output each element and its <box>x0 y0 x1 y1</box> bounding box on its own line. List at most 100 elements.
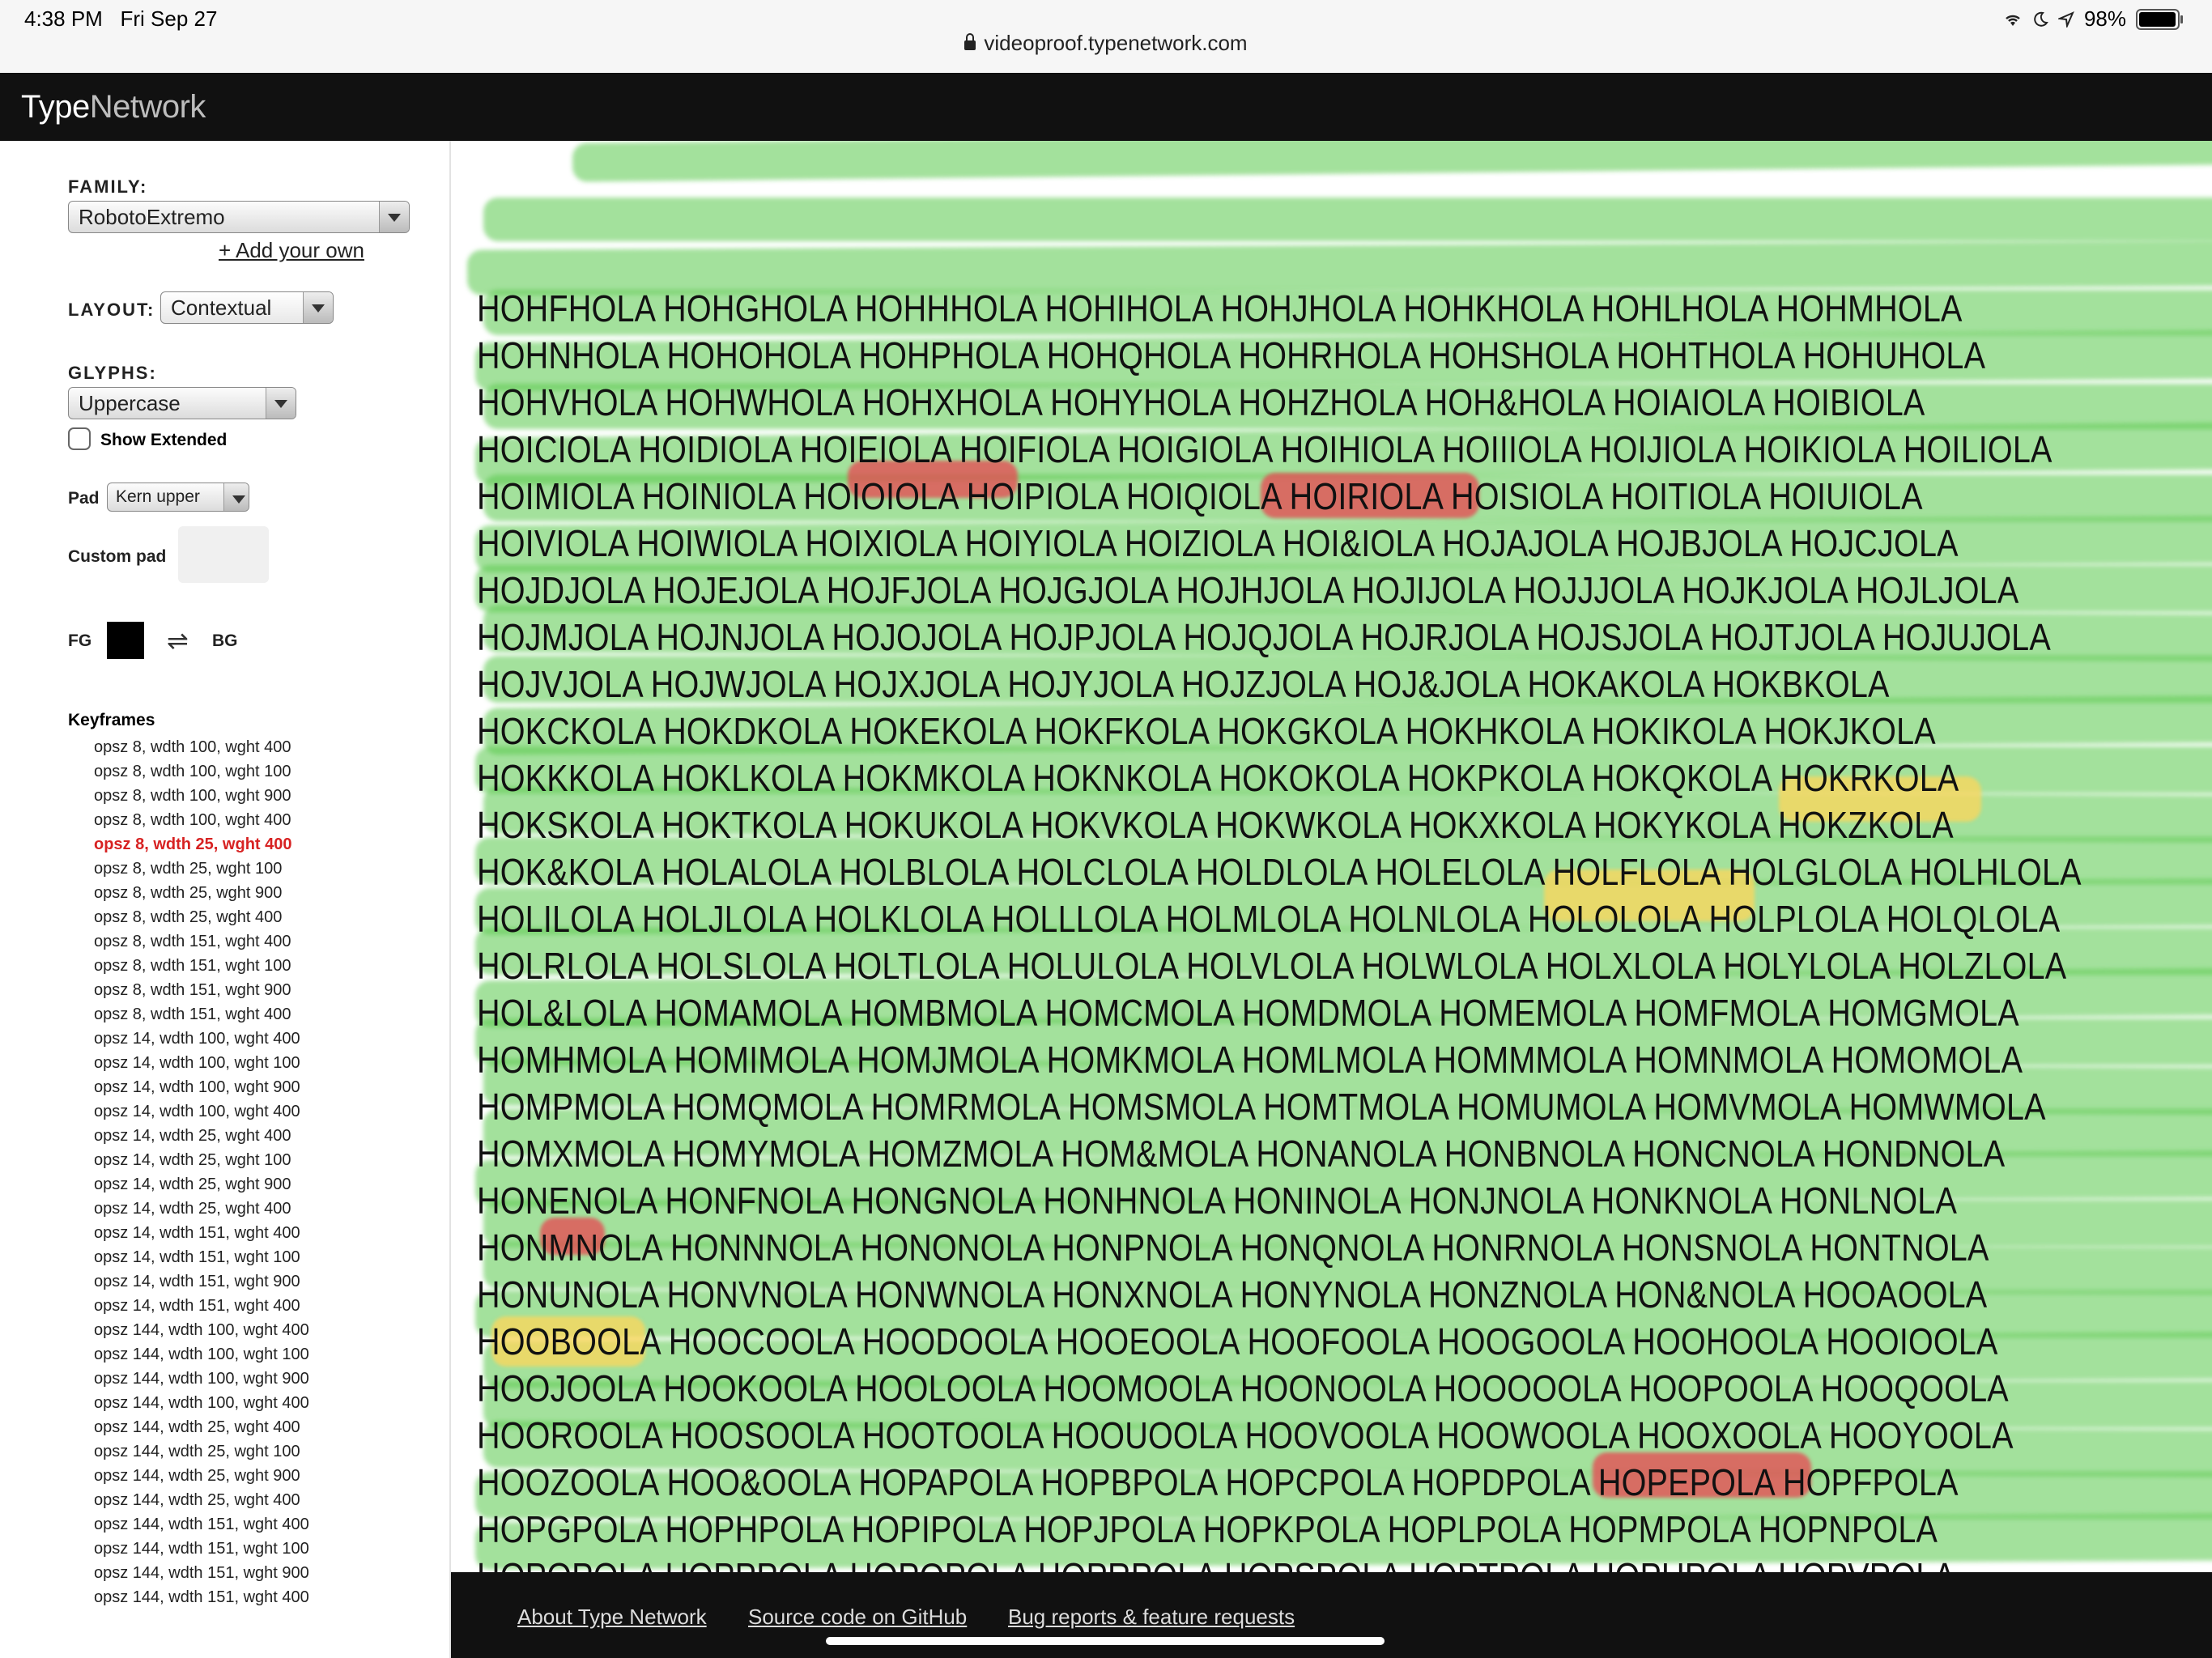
layout-select[interactable]: Contextual <box>160 291 334 324</box>
keyframe-item[interactable]: opsz 144, wdth 100, wght 400 <box>94 1391 309 1415</box>
moon-icon <box>2034 11 2048 27</box>
keyframe-item[interactable]: opsz 8, wdth 25, wght 100 <box>94 857 309 881</box>
keyframe-item[interactable]: opsz 8, wdth 151, wght 400 <box>94 1002 309 1027</box>
battery-percent: 98% <box>2083 6 2126 31</box>
keyframe-item[interactable]: opsz 144, wdth 151, wght 400 <box>94 1585 309 1609</box>
keyframe-item[interactable]: opsz 14, wdth 25, wght 900 <box>94 1172 309 1197</box>
keyframe-item[interactable]: opsz 14, wdth 151, wght 100 <box>94 1245 309 1269</box>
proof-line: HOLRLOLA HOLSLOLA HOLTLOLA HOLULOLA HOLV… <box>477 945 2067 987</box>
footer: About Type Network Source code on GitHub… <box>451 1572 2212 1658</box>
keyframe-item[interactable]: opsz 8, wdth 151, wght 900 <box>94 978 309 1002</box>
keyframe-item[interactable]: opsz 8, wdth 25, wght 400 <box>94 832 309 857</box>
glyphs-select[interactable]: Uppercase <box>68 387 296 419</box>
address-bar[interactable]: videoproof.typenetwork.com <box>0 31 2212 56</box>
wifi-icon <box>2006 15 2020 26</box>
keyframe-item[interactable]: opsz 14, wdth 25, wght 100 <box>94 1148 309 1172</box>
add-your-own-link[interactable]: + Add your own <box>219 238 364 263</box>
keyframe-item[interactable]: opsz 8, wdth 100, wght 400 <box>94 735 309 759</box>
proof-line: HONUNOLA HONVNOLA HONWNOLA HONXNOLA HONY… <box>477 1273 1988 1316</box>
keyframe-item[interactable]: opsz 144, wdth 25, wght 400 <box>94 1415 309 1439</box>
footer-link-source[interactable]: Source code on GitHub <box>748 1605 967 1630</box>
proof-line: HOPOPOLA HOPPPOLA HOPQPOLA HOPRPOLA HOPS… <box>477 1553 2082 1572</box>
keyframe-item[interactable]: opsz 14, wdth 151, wght 900 <box>94 1269 309 1294</box>
keyframe-item[interactable]: opsz 14, wdth 25, wght 400 <box>94 1197 309 1221</box>
proof-line: HOK&KOLA HOLALOLA HOLBLOLA HOLCLOLA HOLD… <box>477 851 2082 893</box>
pad-label: Pad <box>68 489 100 508</box>
keyframe-item[interactable]: opsz 14, wdth 100, wght 900 <box>94 1075 309 1099</box>
keyframe-item[interactable]: opsz 14, wdth 151, wght 400 <box>94 1221 309 1245</box>
proof-line: HOKSKOLA HOKTKOLA HOKUKOLA HOKVKOLA HOKW… <box>477 804 1954 846</box>
pad-select-value: Kern upper <box>116 487 200 506</box>
keyframe-item[interactable]: opsz 144, wdth 100, wght 400 <box>94 1318 309 1342</box>
keyframes-title: Keyframes <box>68 711 155 729</box>
battery-icon <box>2136 8 2183 30</box>
keyframe-item[interactable]: opsz 144, wdth 151, wght 100 <box>94 1537 309 1561</box>
footer-link-bugs[interactable]: Bug reports & feature requests <box>1008 1605 1295 1630</box>
proof-line: HOLILOLA HOLJLOLA HOLKLOLA HOLLLOLA HOLM… <box>477 898 2061 940</box>
proof-line: HOHNHOLA HOHOHOLA HOHPHOLA HOHQHOLA HOHR… <box>477 334 1986 376</box>
home-indicator[interactable] <box>826 1637 1385 1645</box>
keyframes-list: opsz 8, wdth 100, wght 400 opsz 8, wdth 1… <box>94 735 309 1609</box>
keyframe-item[interactable]: opsz 144, wdth 100, wght 900 <box>94 1367 309 1391</box>
keyframe-item[interactable]: opsz 8, wdth 100, wght 100 <box>94 759 309 784</box>
proof-line: HOOROOLA HOOSOOLA HOOTOOLA HOOUOOLA HOOV… <box>477 1414 2014 1456</box>
bg-label: BG <box>212 631 238 650</box>
keyframe-item[interactable]: opsz 144, wdth 151, wght 900 <box>94 1561 309 1585</box>
lock-icon <box>964 33 976 50</box>
proof-line: HOIVIOLA HOIWIOLA HOIXIOLA HOIYIOLA HOIZ… <box>477 522 1959 564</box>
proof-line: HOMPMOLA HOMQMOLA HOMRMOLA HOMSMOLA HOMT… <box>477 1086 2046 1128</box>
keyframe-item[interactable]: opsz 14, wdth 100, wght 400 <box>94 1027 309 1051</box>
show-extended-label: Show Extended <box>100 431 228 449</box>
keyframe-item[interactable]: opsz 14, wdth 100, wght 400 <box>94 1099 309 1124</box>
show-extended-checkbox[interactable] <box>68 427 91 450</box>
keyframe-item[interactable]: opsz 14, wdth 100, wght 100 <box>94 1051 309 1075</box>
typenetwork-logo[interactable]: TypeNetwork <box>21 89 206 125</box>
proof-area: HOHFHOLA HOHGHOLA HOHHHOLA HOHIHOLA HOHJ… <box>451 141 2212 1572</box>
proof-line: HONENOLA HONFNOLA HONGNOLA HONHNOLA HONI… <box>477 1180 1958 1222</box>
keyframe-item[interactable]: opsz 8, wdth 151, wght 100 <box>94 954 309 978</box>
proof-line: HOOJOOLA HOOKOOLA HOOLOOLA HOOMOOLA HOON… <box>477 1367 2009 1409</box>
keyframe-item[interactable]: opsz 8, wdth 25, wght 400 <box>94 905 309 929</box>
status-time: 4:38 PM Fri Sep 27 <box>24 6 218 31</box>
status-bar: 4:38 PM Fri Sep 27 videoproof.typenetwor… <box>0 0 2212 73</box>
proof-line: HOJDJOLA HOJEJOLA HOJFJOLA HOJGJOLA HOJH… <box>477 569 2019 611</box>
keyframe-item[interactable]: opsz 144, wdth 151, wght 400 <box>94 1512 309 1537</box>
keyframe-item[interactable]: opsz 8, wdth 25, wght 900 <box>94 881 309 905</box>
proof-line: HOIMIOLA HOINIOLA HOIOIOLA HOIPIOLA HOIQ… <box>477 475 1923 517</box>
sidebar: FAMILY: RobotoExtremo + Add your own LAY… <box>0 141 451 1658</box>
proof-line: HOMHMOLA HOMIMOLA HOMJMOLA HOMKMOLA HOML… <box>477 1039 2023 1081</box>
family-select[interactable]: RobotoExtremo <box>68 201 410 233</box>
proof-line: HOKKKOLA HOKLKOLA HOKMKOLA HOKNKOLA HOKO… <box>477 757 1959 799</box>
proof-line: HOPGPOLA HOPHPOLA HOPIPOLA HOPJPOLA HOPK… <box>477 1508 1938 1550</box>
keyframe-item[interactable]: opsz 14, wdth 25, wght 400 <box>94 1124 309 1148</box>
custom-pad-label: Custom pad <box>68 547 167 566</box>
chevron-down-icon <box>266 388 296 419</box>
proof-line: HOKCKOLA HOKDKOLA HOKEKOLA HOKFKOLA HOKG… <box>477 710 1936 752</box>
keyframe-item[interactable]: opsz 144, wdth 100, wght 100 <box>94 1342 309 1367</box>
keyframe-item[interactable]: opsz 144, wdth 25, wght 100 <box>94 1439 309 1464</box>
proof-line: HOMXMOLA HOMYMOLA HOMZMOLA HOM&MOLA HONA… <box>477 1133 2006 1175</box>
proof-line: HOOBOOLA HOOCOOLA HOODOOLA HOOEOOLA HOOF… <box>477 1320 1998 1363</box>
layout-label: LAYOUT: <box>68 300 155 320</box>
keyframe-item[interactable]: opsz 144, wdth 25, wght 900 <box>94 1464 309 1488</box>
custom-pad-input[interactable] <box>178 526 269 583</box>
proof-line: HONMNOLA HONNNOLA HONONOLA HONPNOLA HONQ… <box>477 1226 1989 1269</box>
top-header: TypeNetwork <box>0 73 2212 141</box>
proof-line: HOJMJOLA HOJNJOLA HOJOJOLA HOJPJOLA HOJQ… <box>477 616 2051 658</box>
fg-color-swatch[interactable] <box>107 622 144 659</box>
glyphs-label: GLYPHS: <box>68 363 157 383</box>
pad-select[interactable]: Kern upper <box>107 483 249 512</box>
proof-line: HOHVHOLA HOHWHOLA HOHXHOLA HOHYHOLA HOHZ… <box>477 381 1925 423</box>
keyframe-item[interactable]: opsz 14, wdth 151, wght 400 <box>94 1294 309 1318</box>
proof-line: HOICIOLA HOIDIOLA HOIEIOLA HOIFIOLA HOIG… <box>477 428 2052 470</box>
keyframe-item[interactable]: opsz 8, wdth 151, wght 400 <box>94 929 309 954</box>
keyframe-item[interactable]: opsz 144, wdth 25, wght 400 <box>94 1488 309 1512</box>
status-indicators: 98% <box>2003 6 2183 32</box>
swap-colors-icon[interactable]: ⇌ <box>167 625 189 656</box>
keyframe-item[interactable]: opsz 8, wdth 100, wght 400 <box>94 808 309 832</box>
keyframe-item[interactable]: opsz 8, wdth 100, wght 900 <box>94 784 309 808</box>
footer-link-about[interactable]: About Type Network <box>517 1605 707 1630</box>
layout-select-value: Contextual <box>171 295 272 320</box>
fg-label: FG <box>68 631 92 650</box>
proof-line: HOOZOOLA HOO&OOLA HOPAPOLA HOPBPOLA HOPC… <box>477 1461 1959 1503</box>
